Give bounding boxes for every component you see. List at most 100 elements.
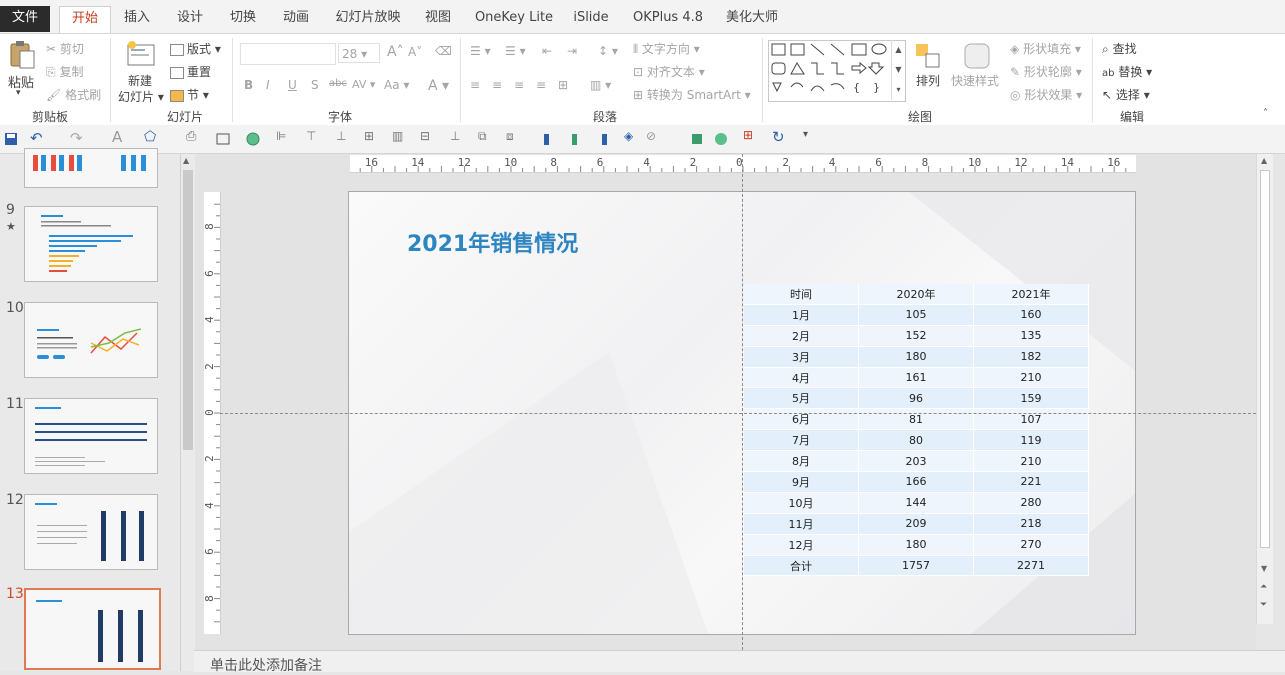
table-row[interactable]: 12月 180 270 xyxy=(744,534,1089,556)
table-row[interactable]: 3月 180 182 xyxy=(744,346,1089,368)
bold-button[interactable]: B xyxy=(244,78,253,92)
layout-button[interactable]: 版式 ▾ xyxy=(170,40,221,57)
decrease-indent-icon[interactable]: ⇤ xyxy=(542,44,552,58)
table-cell[interactable]: 9月 xyxy=(744,471,859,493)
table-cell[interactable]: 81 xyxy=(858,408,974,431)
table-row[interactable]: 9月 166 221 xyxy=(744,471,1089,493)
tab-transitions[interactable]: 切换 xyxy=(221,6,265,34)
change-case-button[interactable]: Aa ▾ xyxy=(384,78,409,92)
new-slide-icon[interactable] xyxy=(126,40,155,68)
replace-button[interactable]: ab 替换 ▾ xyxy=(1102,63,1152,80)
table-cell[interactable]: 280 xyxy=(973,492,1089,514)
table-row[interactable]: 4月 161 210 xyxy=(744,367,1089,389)
table-cell[interactable]: 135 xyxy=(973,325,1089,347)
table-cell[interactable]: 180 xyxy=(858,534,974,556)
effects-qat-icon[interactable]: ⊘ xyxy=(646,129,660,143)
scroll-down-icon[interactable]: ▼ xyxy=(1261,564,1267,573)
table-cell[interactable]: 6月 xyxy=(744,408,859,431)
table-cell[interactable]: 166 xyxy=(858,471,974,493)
circle-qat-icon[interactable] xyxy=(714,132,728,146)
clear-format-icon[interactable]: ⌫ xyxy=(435,44,452,58)
table-cell[interactable]: 210 xyxy=(973,450,1089,473)
select-button[interactable]: ↖ 选择 ▾ xyxy=(1102,86,1150,103)
align-left-icon[interactable]: ≡ xyxy=(470,78,480,92)
scroll-up-icon[interactable]: ▲ xyxy=(183,156,189,165)
tab-home[interactable]: 开始 xyxy=(59,6,111,35)
shape-fill-button[interactable]: ◈ 形状填充 ▾ xyxy=(1010,40,1081,57)
table-cell[interactable]: 107 xyxy=(973,408,1089,431)
table-cell[interactable]: 152 xyxy=(858,325,974,347)
table-row[interactable]: 8月 203 210 xyxy=(744,450,1089,473)
table-row[interactable]: 5月 96 159 xyxy=(744,387,1089,410)
shrink-font-button[interactable]: A˅ xyxy=(408,45,422,59)
table-cell[interactable]: 119 xyxy=(973,429,1089,452)
table-row[interactable]: 合计 1757 2271 xyxy=(744,555,1089,577)
next-slide-icon[interactable]: ⏷ xyxy=(1260,600,1267,610)
table-cell[interactable]: 8月 xyxy=(744,450,859,473)
thumbnails-scrollbar[interactable]: ▲ xyxy=(180,154,195,671)
cut-button[interactable]: ✂ 剪切 xyxy=(46,40,84,57)
tab-insert[interactable]: 插入 xyxy=(115,6,159,34)
table-row[interactable]: 7月 80 119 xyxy=(744,429,1089,452)
format-painter-button[interactable]: 🖌 格式刷 xyxy=(46,86,101,103)
table-cell[interactable]: 209 xyxy=(858,513,974,535)
table-cell[interactable]: 时间 xyxy=(744,284,859,305)
slide-thumbnail-13[interactable] xyxy=(24,588,161,670)
columns-button[interactable]: ▥ ▾ xyxy=(590,78,611,92)
paste-icon[interactable] xyxy=(8,40,36,69)
refresh-qat-icon[interactable]: ↻ xyxy=(772,128,786,146)
table-cell[interactable]: 96 xyxy=(858,387,974,410)
previous-slide-icon[interactable]: ⏶ xyxy=(1260,582,1267,592)
convert-smartart-button[interactable]: ⊞ 转换为 SmartArt ▾ xyxy=(633,86,751,103)
new-slide-dropdown[interactable]: 幻灯片 ▾ xyxy=(118,88,164,105)
table-cell[interactable]: 10月 xyxy=(744,492,859,514)
table-row[interactable]: 11月 209 218 xyxy=(744,513,1089,535)
canvas-scroll-thumb[interactable] xyxy=(1260,170,1270,548)
align-bottom-qat-icon[interactable]: ⊥ xyxy=(450,129,464,143)
table-cell[interactable]: 270 xyxy=(973,534,1089,556)
table-cell[interactable]: 11月 xyxy=(744,513,859,535)
quick-styles-button[interactable]: 快速样式 xyxy=(951,72,999,89)
table-cell[interactable]: 1757 xyxy=(858,555,974,577)
table-cell[interactable]: 180 xyxy=(858,346,974,368)
table-cell[interactable]: 7月 xyxy=(744,429,859,452)
table-cell[interactable]: 4月 xyxy=(744,367,859,389)
table-cell[interactable]: 2020年 xyxy=(858,284,974,305)
align-middle-qat-icon[interactable]: ⊥ xyxy=(336,129,350,143)
table-cell[interactable]: 159 xyxy=(973,387,1089,410)
horizontal-guide[interactable] xyxy=(220,413,1256,414)
table-cell[interactable]: 5月 xyxy=(744,387,859,410)
arrange-icon[interactable] xyxy=(914,42,942,70)
table-cell[interactable]: 218 xyxy=(973,513,1089,535)
shape-outline-button[interactable]: ✎ 形状轮廓 ▾ xyxy=(1010,63,1082,80)
slide-thumbnail-9[interactable] xyxy=(24,206,158,282)
shapes-gallery[interactable]: {} xyxy=(768,40,906,102)
distribute-icon[interactable]: ⊞ xyxy=(558,78,568,92)
textbox-qat-icon[interactable] xyxy=(216,132,230,146)
font-size-input[interactable]: 28 ▾ xyxy=(338,43,380,63)
table-row[interactable]: 6月 81 107 xyxy=(744,408,1089,431)
justify-icon[interactable]: ≡ xyxy=(536,78,546,92)
table-cell[interactable]: 161 xyxy=(858,367,974,389)
table-cell[interactable]: 80 xyxy=(858,429,974,452)
table-row[interactable]: 2月 152 135 xyxy=(744,325,1089,347)
customize-qat-icon[interactable]: ▾ xyxy=(803,129,817,143)
shapes-gallery-scroll[interactable]: ▲ ▼ ▾ xyxy=(891,40,905,100)
align-left-qat-icon[interactable]: ⊫ xyxy=(276,129,290,143)
sales-table[interactable]: 时间 2020年 2021年 1月 105 160 2月 152 135 3月 180 182 4月 16… xyxy=(744,284,1089,577)
find-button[interactable]: ⌕ 查找 xyxy=(1102,40,1137,57)
table-cell[interactable]: 1月 xyxy=(744,304,859,326)
strikethrough-button[interactable]: abc xyxy=(329,78,347,89)
table-cell[interactable]: 203 xyxy=(858,450,974,473)
format-qat-icon[interactable]: ⎙ xyxy=(186,129,200,144)
table-cell[interactable]: 105 xyxy=(858,304,974,326)
align-center-icon[interactable]: ≡ xyxy=(492,78,502,92)
ellipse-qat-icon[interactable] xyxy=(246,132,260,146)
text-direction-button[interactable]: ⫴ 文字方向 ▾ xyxy=(633,40,700,57)
vertical-guide[interactable] xyxy=(742,154,743,650)
slide-thumbnail-11[interactable] xyxy=(24,398,158,474)
ungroup-qat-icon[interactable]: ⧈ xyxy=(506,129,520,143)
tab-onekey-lite[interactable]: OneKey Lite xyxy=(472,6,556,34)
paste-dropdown-icon[interactable]: ▾ xyxy=(16,88,21,98)
italic-button[interactable]: I xyxy=(266,78,270,92)
